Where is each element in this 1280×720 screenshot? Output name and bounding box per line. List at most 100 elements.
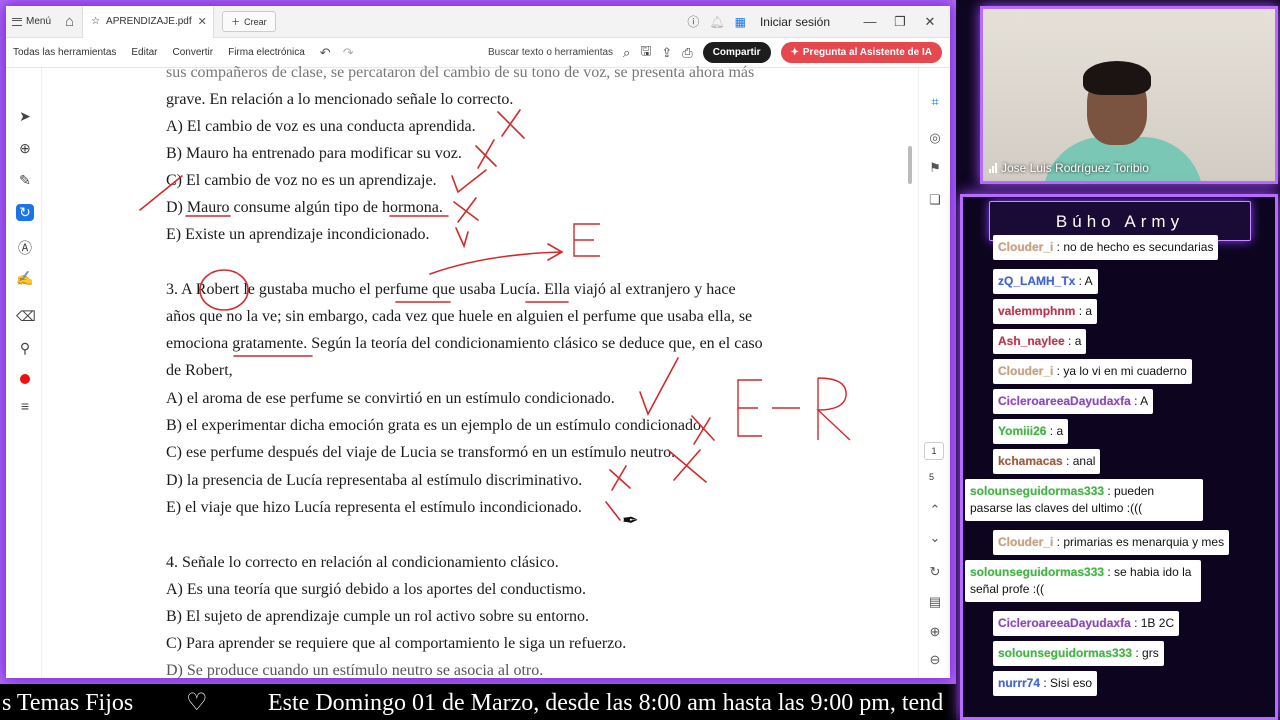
scroll-down-icon[interactable]: ⌄ — [927, 530, 943, 546]
doc-line: C) Para aprender se requiere que al comp… — [166, 635, 627, 652]
menu-label: Menú — [26, 16, 52, 27]
apps-grid-icon[interactable]: ▦ — [735, 15, 746, 29]
all-tools-menu[interactable]: Todas las herramientas — [13, 47, 116, 58]
print-icon[interactable]: ⎙ — [682, 45, 692, 61]
chat-username[interactable]: zQ_LAMH_Tx — [998, 274, 1075, 288]
eraser-icon[interactable]: ⌫ — [16, 308, 36, 325]
close-window-icon[interactable]: ✕ — [920, 14, 940, 30]
pdf-reader-window: Menú ⌂ ☆ APRENDIZAJE.pdf ✕ ＋ Crear ⓘ 🔔︎ … — [6, 6, 950, 678]
doc-line: B) Mauro ha entrenado para modificar su … — [166, 145, 462, 162]
redo-icon[interactable]: ↷ — [343, 45, 354, 61]
chat-text: : grs — [1132, 646, 1159, 660]
chat-username[interactable]: CicleroareeaDayudaxfa — [998, 616, 1131, 630]
chat-username[interactable]: Ash_naylee — [998, 334, 1065, 348]
copy-pages-icon[interactable]: ❏ — [927, 192, 943, 208]
hamburger-icon — [12, 17, 22, 26]
chat-username[interactable]: solounseguidormas333 — [970, 484, 1104, 498]
chat-text: : A — [1075, 274, 1093, 288]
chat-message: nurrr74 : Sisi eso — [993, 671, 1098, 696]
chat-text: : a — [1075, 304, 1093, 318]
chat-username[interactable]: solounseguidormas333 — [970, 565, 1104, 579]
pen-icon[interactable]: ✎ — [16, 172, 34, 189]
comment-panel-icon[interactable]: ◎ — [927, 130, 943, 146]
scroll-up-icon[interactable]: ⌃ — [927, 502, 943, 518]
home-icon[interactable]: ⌂ — [57, 13, 82, 30]
chat-username[interactable]: solounseguidormas333 — [998, 646, 1132, 660]
current-page-field[interactable]: 1 — [924, 442, 944, 460]
maximize-icon[interactable]: ❐ — [890, 14, 910, 30]
webcam-feed: Jose Luis Rodríguez Toribio — [980, 6, 1278, 184]
refresh-icon[interactable]: ↻ — [927, 564, 943, 580]
search-tools-input[interactable]: Buscar texto o herramientas — [488, 47, 613, 58]
chat-message: Yomiii26 : a — [993, 419, 1069, 444]
ticker-left-text: s Temas Fijos — [2, 690, 134, 716]
zoom-out-icon[interactable]: ⊖ — [927, 652, 943, 668]
zoom-in-icon[interactable]: ⊕ — [927, 624, 943, 640]
doc-line: A) Es una teoría que surgió debido a los… — [166, 581, 587, 598]
chat-text: : 1B 2C — [1130, 616, 1175, 630]
ai-icon: ✦ — [790, 47, 799, 58]
chat-username[interactable]: kchamacas — [998, 454, 1063, 468]
doc-line: C) El cambio de voz no es un aprendizaje… — [166, 172, 437, 189]
chat-message: CicleroareeaDayudaxfa : 1B 2C — [993, 611, 1180, 636]
share-button[interactable]: Compartir — [702, 42, 771, 63]
more-tools-icon[interactable]: ≡ — [16, 398, 34, 414]
heart-icon: ♡ — [186, 690, 208, 716]
bookmark-icon[interactable]: ⚑ — [927, 160, 943, 176]
ai-summary-icon[interactable]: ⌗ — [927, 94, 943, 110]
doc-line: grave. En relación a lo mencionado señal… — [166, 91, 514, 108]
chat-username[interactable]: Clouder_i — [998, 535, 1053, 549]
comment-icon[interactable]: ⊕ — [16, 140, 34, 157]
chat-text: : anal — [1062, 454, 1096, 468]
text-tool-icon[interactable]: Ⓐ — [16, 238, 34, 258]
chat-username[interactable]: Clouder_i — [998, 240, 1053, 254]
chat-text: : Sisi eso — [1040, 676, 1093, 690]
help-icon[interactable]: ⓘ — [687, 13, 699, 30]
chat-username[interactable]: Yomiii26 — [998, 424, 1046, 438]
new-tab-button[interactable]: ＋ Crear — [222, 11, 276, 32]
chat-message: Clouder_i : primarias es menarquia y mes — [993, 530, 1230, 555]
doc-line: A) el aroma de ese perfume se convirtió … — [166, 390, 615, 407]
vertical-scrollbar[interactable] — [908, 146, 912, 184]
upload-icon[interactable]: ⇪ — [661, 45, 672, 61]
doc-line: C) ese perfume después del viaje de Luci… — [166, 444, 676, 461]
select-cursor-icon[interactable]: ➤ — [16, 108, 34, 125]
undo-icon[interactable]: ↶ — [320, 45, 331, 61]
chat-username[interactable]: CicleroareeaDayudaxfa — [998, 394, 1131, 408]
minimize-icon[interactable]: — — [860, 14, 880, 29]
edit-menu[interactable]: Editar — [131, 47, 157, 58]
doc-line: sus compañeros de clase, se percataron d… — [166, 64, 755, 81]
draw-icon[interactable]: ↻ — [16, 204, 34, 221]
chat-text: : A — [1130, 394, 1149, 408]
chat-username[interactable]: nurrr74 — [998, 676, 1040, 690]
chat-message: Ash_naylee : a — [993, 329, 1087, 354]
chat-message: CicleroareeaDayudaxfa : A — [993, 389, 1154, 414]
doc-line: D) la presencia de Lucía representaba al… — [166, 472, 583, 489]
annotation-toolbar: ➤ ⊕ ✎ ↻ Ⓐ ✍ ⌫ ⚲ ≡ — [6, 68, 42, 678]
esign-menu[interactable]: Firma electrónica — [228, 47, 305, 58]
document-icon[interactable]: ▤ — [927, 594, 943, 610]
doc-line: B) el experimentar dicha emoción grata e… — [166, 417, 705, 434]
fill-sign-icon[interactable]: ✍ — [16, 270, 34, 287]
doc-line: años que no la ve; sin embargo, cada vez… — [166, 308, 753, 325]
ai-assistant-label: Pregunta al Asistente de IA — [802, 47, 932, 58]
convert-menu[interactable]: Convertir — [173, 47, 214, 58]
chat-username[interactable]: valemmphnm — [998, 304, 1075, 318]
chat-message: valemmphnm : a — [993, 299, 1098, 324]
presenter-name-tag: Jose Luis Rodríguez Toribio — [989, 161, 1149, 175]
star-icon[interactable]: ☆ — [91, 16, 100, 27]
signin-link[interactable]: Iniciar sesión — [760, 15, 830, 29]
pin-icon[interactable]: ⚲ — [16, 340, 34, 357]
bell-icon[interactable]: 🔔︎ — [709, 15, 724, 29]
chat-message: solounseguidormas333 : se habia ido la s… — [965, 560, 1201, 602]
tab-document[interactable]: ☆ APRENDIZAJE.pdf ✕ — [82, 6, 215, 38]
chat-message: solounseguidormas333 : pueden pasarse la… — [965, 479, 1203, 521]
chat-username[interactable]: Clouder_i — [998, 364, 1053, 378]
close-tab-icon[interactable]: ✕ — [198, 15, 207, 28]
search-icon[interactable]: ⌕ — [623, 45, 630, 61]
red-color-swatch[interactable] — [20, 374, 30, 384]
ai-assistant-button[interactable]: ✦ Pregunta al Asistente de IA — [780, 42, 942, 63]
save-icon[interactable]: 🖫︎ — [640, 42, 651, 64]
menu-button[interactable]: Menú — [6, 16, 57, 27]
chat-message: Clouder_i : ya lo vi en mi cuaderno — [993, 359, 1192, 384]
